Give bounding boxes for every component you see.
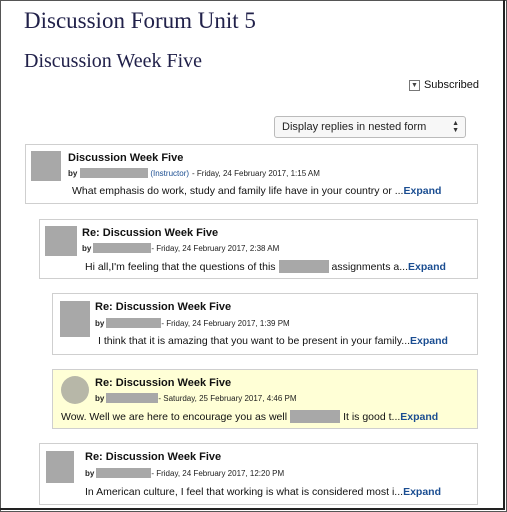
excerpt-text: Wow. Well we are here to encourage you a… [61,410,288,423]
by-label: by [95,393,105,403]
avatar[interactable] [45,226,77,256]
post-excerpt: What emphasis do work, study and family … [72,185,441,197]
excerpt-text: assignments a... [331,260,408,273]
redacted-author [96,468,152,478]
expand-link[interactable]: Expand [408,261,446,273]
post-byline: by (Instructor) - Friday, 24 February 20… [68,168,320,178]
post-date: - Friday, 24 February 2017, 2:38 AM [151,243,280,253]
post-reply: Re: Discussion Week Five by - Friday, 24… [39,443,478,505]
avatar[interactable] [31,151,61,181]
excerpt-text: In American culture, I feel that working… [85,486,404,498]
redacted-author [80,168,149,178]
post-original: Discussion Week Five by (Instructor) - F… [25,144,478,204]
post-subject[interactable]: Re: Discussion Week Five [82,227,218,239]
post-excerpt: In American culture, I feel that working… [85,486,441,498]
subscribed-toggle[interactable]: ▼ Subscribed [408,79,479,91]
redacted-author [93,243,152,253]
post-subject[interactable]: Re: Discussion Week Five [95,301,231,313]
avatar[interactable] [60,301,90,337]
by-label: by [82,243,92,253]
author-role: (Instructor) [150,168,190,178]
expand-link[interactable]: Expand [410,335,448,347]
avatar[interactable] [46,451,74,483]
post-date: - Friday, 24 February 2017, 12:20 PM [151,468,285,478]
chevron-down-icon: ▼ [408,79,420,91]
post-byline: by - Friday, 24 February 2017, 12:20 PM [85,468,284,478]
post-subject[interactable]: Discussion Week Five [68,152,183,164]
excerpt-text: It is good t... [343,410,401,423]
excerpt-text: Hi all,I'm feeling that the questions of… [85,260,276,273]
post-date: - Friday, 24 February 2017, 1:39 PM [161,318,290,328]
avatar[interactable] [61,376,89,404]
post-byline: by - Saturday, 25 February 2017, 4:46 PM [95,393,297,403]
by-label: by [95,318,105,328]
display-mode-value: Display replies in nested form [282,121,427,133]
expand-link[interactable]: Expand [403,486,441,498]
by-label: by [85,468,95,478]
expand-link[interactable]: Expand [400,411,438,423]
post-subject[interactable]: Re: Discussion Week Five [95,377,231,389]
redacted-author [106,393,159,403]
post-byline: by - Friday, 24 February 2017, 1:39 PM [95,318,290,328]
excerpt-text: I think that it is amazing that you want… [98,335,411,347]
redacted-text [278,260,329,273]
by-label: by [68,168,78,178]
post-reply: Re: Discussion Week Five by - Friday, 24… [39,219,478,279]
subscribed-label: Subscribed [423,79,479,91]
post-excerpt: Hi all,I'm feeling that the questions of… [85,260,446,273]
redacted-text [290,410,341,423]
excerpt-text: What emphasis do work, study and family … [72,185,404,197]
post-excerpt: I think that it is amazing that you want… [98,335,448,347]
display-mode-select[interactable]: Display replies in nested form ▲ ▼ [274,116,466,138]
post-byline: by - Friday, 24 February 2017, 2:38 AM [82,243,279,253]
post-subject[interactable]: Re: Discussion Week Five [85,451,221,463]
redacted-author [106,318,162,328]
discussion-title: Discussion Week Five [24,50,203,72]
post-date: - Friday, 24 February 2017, 1:15 AM [192,168,320,178]
forum-title: Discussion Forum Unit 5 [24,8,256,33]
expand-link[interactable]: Expand [403,185,441,197]
post-reply-highlighted: Re: Discussion Week Five by - Saturday, … [52,369,478,429]
select-arrows-icon: ▲ ▼ [452,120,459,134]
post-reply: Re: Discussion Week Five by - Friday, 24… [52,293,478,355]
post-date: - Saturday, 25 February 2017, 4:46 PM [158,393,297,403]
post-excerpt: Wow. Well we are here to encourage you a… [61,410,438,423]
